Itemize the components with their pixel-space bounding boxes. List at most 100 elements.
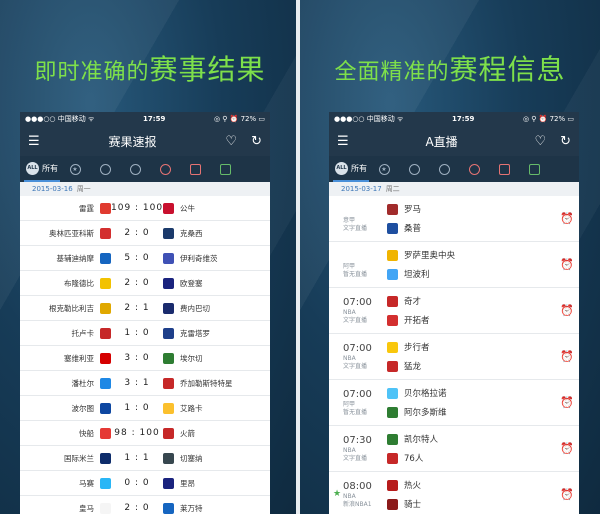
broadcast: 文字直播 xyxy=(343,454,368,462)
away-team: 克雷塔罗 xyxy=(180,328,210,338)
tab-favorite[interactable]: ★ xyxy=(60,156,90,182)
result-row[interactable]: 皇马 2 : 0 莱万特 xyxy=(20,496,270,514)
refresh-icon[interactable]: ↻ xyxy=(251,135,262,148)
broadcast: 新浪NBA1 xyxy=(343,500,372,508)
alarm-clock-icon[interactable]: ⏰ xyxy=(555,212,579,225)
teams: 奇才 开拓者 xyxy=(387,295,555,326)
result-row[interactable]: 基辅迪纳摩 5 : 0 伊利奇维茨 xyxy=(20,246,270,271)
away-team: 阿尔多斯维 xyxy=(387,406,555,418)
match-row[interactable]: 07:00 NBA 文字直播 步行者 猛龙 ⏰ xyxy=(329,334,579,380)
result-row[interactable]: 奥林匹亚科斯 2 : 0 克桑西 xyxy=(20,221,270,246)
tab-basketball[interactable] xyxy=(399,156,429,182)
tab-cba[interactable] xyxy=(180,156,210,182)
home-team-logo xyxy=(100,502,111,514)
away-team-logo xyxy=(163,477,174,489)
away-team: 伊利奇维茨 xyxy=(180,253,218,263)
match-row[interactable]: 07:00 NBA 文字直播 奇才 开拓者 ⏰ xyxy=(329,288,579,334)
refresh-icon[interactable]: ↻ xyxy=(560,135,571,148)
result-row[interactable]: 国际米兰 1 : 1 切塞纳 xyxy=(20,446,270,471)
home-team: 根克勒比利吉 xyxy=(49,303,94,313)
heart-icon[interactable]: ♡ xyxy=(534,135,546,148)
nba-icon xyxy=(468,163,480,175)
star-icon: ★ xyxy=(378,163,390,175)
match-info: 07:00 阿甲 暂无直播 xyxy=(329,389,387,417)
result-row[interactable]: 快船 98 : 100 火箭 xyxy=(20,421,270,446)
result-row[interactable]: 潘杜尔 3 : 1 乔加勒斯特特星 xyxy=(20,371,270,396)
away-team-logo xyxy=(163,452,174,464)
alarm-clock-icon[interactable]: ⏰ xyxy=(555,488,579,501)
away-team: 桑普 xyxy=(387,222,555,234)
match-row[interactable]: 意甲 文字直播 罗马 桑普 ⏰ xyxy=(329,196,579,242)
away-team: 猛龙 xyxy=(387,360,555,372)
tab-football[interactable] xyxy=(120,156,150,182)
result-row[interactable]: 马赛 0 : 0 里昂 xyxy=(20,471,270,496)
alarm-clock-icon[interactable]: ⏰ xyxy=(555,304,579,317)
basketball-icon xyxy=(408,163,420,175)
alarm-clock-icon[interactable]: ⏰ xyxy=(555,396,579,409)
tab-nba[interactable] xyxy=(459,156,489,182)
home-team-logo xyxy=(387,433,398,445)
away-team: 火箭 xyxy=(180,428,195,438)
result-row[interactable]: 根克勒比利吉 2 : 1 费内巴切 xyxy=(20,296,270,321)
home-team-logo xyxy=(100,352,111,364)
home-team: 潘杜尔 xyxy=(71,378,95,388)
league: 阿甲 xyxy=(343,400,356,408)
sport-tabs: ALL 所有 ★ xyxy=(20,156,270,182)
result-row[interactable]: 塞维利亚 3 : 0 埃尔切 xyxy=(20,346,270,371)
away-team: 克桑西 xyxy=(180,228,203,238)
match-row[interactable]: 阿甲 暂无直播 罗萨里奥中央 坦波利 ⏰ xyxy=(329,242,579,288)
tab-cba[interactable] xyxy=(489,156,519,182)
away-team: 切塞纳 xyxy=(180,453,203,463)
away-team: 乔加勒斯特特星 xyxy=(180,378,233,388)
score: 1 : 0 xyxy=(124,328,150,338)
football-icon xyxy=(129,163,141,175)
heart-icon[interactable]: ♡ xyxy=(225,135,237,148)
left-panel: 即时准确的赛事结果 ●●●○○ 中国移动 ᯤ 17:59 ◎ ⚲ ⏰ 72% ▭ ☰… xyxy=(0,0,300,514)
away-team-logo xyxy=(163,277,174,289)
tab-all[interactable]: ALL 所有 xyxy=(24,156,60,182)
result-row[interactable]: 托卢卡 1 : 0 克雷塔罗 xyxy=(20,321,270,346)
home-team-logo xyxy=(387,387,398,399)
teams: 步行者 猛龙 xyxy=(387,341,555,372)
tab-other[interactable] xyxy=(210,156,240,182)
result-row[interactable]: 雷霆 109 : 100 公牛 xyxy=(20,196,270,221)
away-team-logo xyxy=(387,406,398,418)
score: 1 : 0 xyxy=(124,403,150,413)
away-team-logo xyxy=(163,402,174,414)
tab-other[interactable] xyxy=(519,156,549,182)
alarm-clock-icon[interactable]: ⏰ xyxy=(555,258,579,271)
league: 阿甲 xyxy=(343,262,356,270)
match-time xyxy=(343,205,387,217)
menu-icon[interactable]: ☰ xyxy=(337,135,349,148)
home-team: 贝尔格拉诺 xyxy=(387,387,555,399)
broadcast: 文字直播 xyxy=(343,316,368,324)
tab-favorite[interactable]: ★ xyxy=(369,156,399,182)
alarm-clock-icon[interactable]: ⏰ xyxy=(555,350,579,363)
match-time: 07:00 xyxy=(343,342,372,354)
home-team: 布隆德比 xyxy=(64,278,94,288)
away-team-logo xyxy=(163,377,174,389)
away-team-logo xyxy=(387,268,398,280)
match-info: 07:00 NBA 文字直播 xyxy=(329,343,387,371)
match-row[interactable]: 07:00 阿甲 暂无直播 贝尔格拉诺阿尔多斯维 ⏰ xyxy=(329,380,579,426)
away-team-logo xyxy=(163,302,174,314)
away-team: 艾路卡 xyxy=(180,403,203,413)
score: 1 : 1 xyxy=(124,453,150,463)
tab-nba[interactable] xyxy=(150,156,180,182)
result-row[interactable]: 波尔图 1 : 0 艾路卡 xyxy=(20,396,270,421)
match-row[interactable]: ★ 08:00 NBA 新浪NBA1 热火 骑士 ⏰ xyxy=(329,472,579,514)
result-row[interactable]: 布隆德比 2 : 0 欧登塞 xyxy=(20,271,270,296)
all-icon: ALL xyxy=(26,161,39,175)
away-team-logo xyxy=(387,314,398,326)
tab-all[interactable]: ALL 所有 xyxy=(333,156,369,182)
home-team-logo xyxy=(100,452,111,464)
match-row[interactable]: 07:30 NBA 文字直播 凯尔特人 76人 ⏰ xyxy=(329,426,579,472)
home-team: 热火 xyxy=(387,479,555,491)
alarm-clock-icon[interactable]: ⏰ xyxy=(555,442,579,455)
nba-icon xyxy=(159,163,171,175)
tab-basketball[interactable] xyxy=(90,156,120,182)
menu-icon[interactable]: ☰ xyxy=(28,135,40,148)
away-team-logo xyxy=(387,360,398,372)
away-team: 公牛 xyxy=(180,203,195,213)
tab-football[interactable] xyxy=(429,156,459,182)
